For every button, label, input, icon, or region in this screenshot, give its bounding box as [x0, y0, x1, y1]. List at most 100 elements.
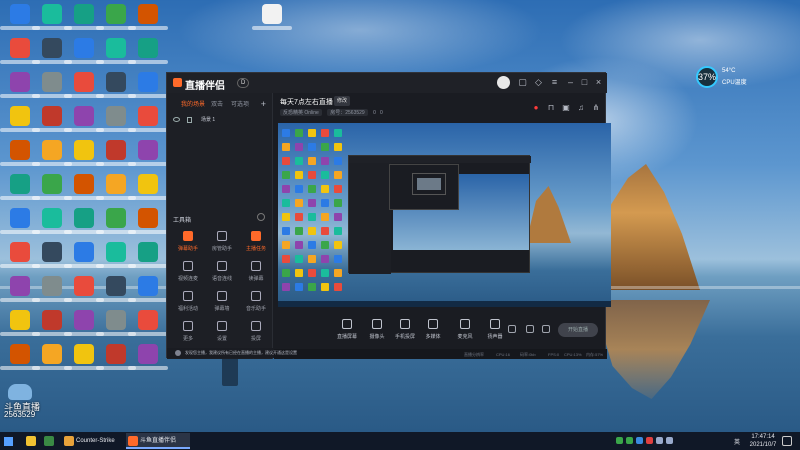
- cpu-temp-widget[interactable]: 37% 54°C CPU温度: [696, 66, 756, 88]
- stream-preview[interactable]: [278, 123, 611, 307]
- desktop-shortcut-icon[interactable]: [96, 172, 136, 204]
- desktop-shortcut-icon[interactable]: [96, 274, 136, 306]
- desktop-shortcut-icon[interactable]: [128, 172, 168, 204]
- menu-icon[interactable]: ≡: [549, 77, 560, 88]
- desktop-shortcut-icon[interactable]: [64, 308, 104, 340]
- desktop-shortcut-icon[interactable]: [32, 342, 72, 374]
- tab-options[interactable]: 可选项: [231, 99, 249, 108]
- visibility-icon[interactable]: [173, 117, 180, 122]
- desktop-shortcut-icon[interactable]: [64, 172, 104, 204]
- tool-video-call[interactable]: 视频连麦: [173, 259, 203, 289]
- desktop-shortcut-icon[interactable]: [64, 104, 104, 136]
- file-explorer-icon[interactable]: [26, 436, 36, 446]
- tool-read-danmaku[interactable]: 读弹幕: [241, 259, 271, 289]
- desktop-shortcut-icon[interactable]: [32, 206, 72, 238]
- desktop-shortcut-icon[interactable]: [96, 2, 136, 34]
- desktop-shortcut-icon[interactable]: [0, 70, 40, 102]
- desktop-shortcut-icon[interactable]: [96, 342, 136, 374]
- bell-icon[interactable]: ♫: [576, 103, 586, 113]
- skin-icon[interactable]: ◇: [533, 77, 544, 88]
- desktop-shortcut-icon[interactable]: [32, 274, 72, 306]
- filter-icon[interactable]: [526, 325, 534, 333]
- desktop-shortcut-icon[interactable]: [96, 240, 136, 272]
- tab-my-scenes[interactable]: 我的场景: [181, 99, 205, 108]
- desktop-shortcut-icon[interactable]: [32, 36, 72, 68]
- tab-double[interactable]: 双击: [211, 99, 223, 108]
- desktop-shortcut-icon[interactable]: [32, 104, 72, 136]
- scene-item[interactable]: 场景 1: [171, 115, 269, 127]
- tray-qq-icon[interactable]: [636, 437, 643, 444]
- add-scene-icon[interactable]: +: [261, 99, 266, 109]
- desktop-shortcut-icon[interactable]: [64, 206, 104, 238]
- tray-app-icon[interactable]: [626, 437, 633, 444]
- desktop-shortcut-icon[interactable]: [252, 2, 292, 34]
- tool-gift[interactable]: 福利活动: [173, 289, 203, 319]
- desktop-shortcut-icon[interactable]: [0, 240, 40, 272]
- desktop-shortcut-icon[interactable]: [32, 172, 72, 204]
- tool-wall[interactable]: 弹幕墙: [207, 289, 237, 319]
- camera-button[interactable]: 摄像头: [364, 319, 390, 345]
- minimize-icon[interactable]: –: [565, 77, 576, 88]
- layout-icon[interactable]: ▣: [561, 103, 571, 113]
- desktop-shortcut-icon[interactable]: [64, 274, 104, 306]
- desktop-shortcut-icon[interactable]: [128, 240, 168, 272]
- record-icon[interactable]: ●: [531, 103, 541, 113]
- maximize-icon[interactable]: □: [579, 77, 590, 88]
- tray-network-icon[interactable]: [656, 437, 663, 444]
- desktop-shortcut-icon[interactable]: [0, 308, 40, 340]
- desktop-shortcut-icon[interactable]: [0, 172, 40, 204]
- unlock-icon[interactable]: ⊓: [546, 103, 556, 113]
- desktop-shortcut-icon[interactable]: [0, 104, 40, 136]
- desktop-shortcut-icon[interactable]: [128, 104, 168, 136]
- desktop-shortcut-icon[interactable]: [0, 342, 40, 374]
- desktop-shortcut-icon[interactable]: [32, 308, 72, 340]
- desktop-shortcut-icon[interactable]: [64, 36, 104, 68]
- tool-task[interactable]: 主播任务: [241, 229, 271, 259]
- desktop-shortcut-icon[interactable]: [96, 206, 136, 238]
- start-windows-icon[interactable]: [4, 437, 13, 446]
- desktop-shortcut-icon[interactable]: [0, 2, 40, 34]
- tool-voice[interactable]: 语音连线: [207, 259, 237, 289]
- desktop-shortcut-icon[interactable]: [32, 2, 72, 34]
- tray-wechat-icon[interactable]: [616, 437, 623, 444]
- desktop-shortcut-icon[interactable]: [0, 274, 40, 306]
- tools-more-icon[interactable]: [257, 213, 265, 221]
- desktop-shortcut-icon[interactable]: [128, 2, 168, 34]
- mic-button[interactable]: 麦克风: [452, 319, 478, 345]
- desktop-shortcut-icon[interactable]: [128, 342, 168, 374]
- desktop-shortcut-icon[interactable]: [0, 206, 40, 238]
- tool-cast[interactable]: 投屏: [241, 319, 271, 349]
- desktop-shortcut-icon[interactable]: [96, 36, 136, 68]
- input-language[interactable]: 英: [734, 437, 740, 446]
- message-icon[interactable]: ▢: [517, 77, 528, 88]
- desktop-shortcut-icon[interactable]: [128, 206, 168, 238]
- desktop-shortcut-icon[interactable]: [128, 308, 168, 340]
- desktop-shortcut-icon[interactable]: [64, 342, 104, 374]
- share-icon[interactable]: ⋔: [591, 103, 601, 113]
- version-badge[interactable]: D: [237, 78, 250, 88]
- start-live-button[interactable]: 开始直播: [558, 323, 598, 337]
- media-button[interactable]: 多媒体: [420, 319, 446, 345]
- tool-more[interactable]: 更多: [173, 319, 203, 349]
- settings-gear-icon[interactable]: [542, 325, 550, 333]
- desktop-shortcut-icon[interactable]: [64, 240, 104, 272]
- edit-title-button[interactable]: 修改: [334, 96, 351, 106]
- desktop-shortcut-icon[interactable]: [96, 104, 136, 136]
- taskbar-clock[interactable]: 17:47:14 2021/10/7: [748, 433, 778, 449]
- desktop-shortcut-icon[interactable]: [32, 70, 72, 102]
- desktop-shortcut-icon[interactable]: [64, 2, 104, 34]
- desktop-shortcut-icon[interactable]: [128, 138, 168, 170]
- task-live-companion[interactable]: 斗鱼直播伴侣: [126, 433, 190, 449]
- tray-volume-icon[interactable]: [666, 437, 673, 444]
- tool-danmaku[interactable]: 弹幕助手: [173, 229, 203, 259]
- desktop-shortcut-icon[interactable]: [128, 36, 168, 68]
- desktop-shortcut-icon[interactable]: [96, 138, 136, 170]
- room-title[interactable]: 每天7点左右直播: [280, 97, 333, 107]
- beauty-icon[interactable]: [508, 325, 516, 333]
- lock-icon[interactable]: [187, 117, 192, 123]
- speaker-button[interactable]: 扬声器: [482, 319, 508, 345]
- desktop-shortcut-icon[interactable]: [64, 70, 104, 102]
- screen-button[interactable]: 直播屏幕: [334, 319, 360, 345]
- notice-bar[interactable]: 发现您主播，我建议所有已经在直播的主播，建议开通这是设置: [167, 348, 297, 358]
- desktop-shortcut-icon[interactable]: [96, 308, 136, 340]
